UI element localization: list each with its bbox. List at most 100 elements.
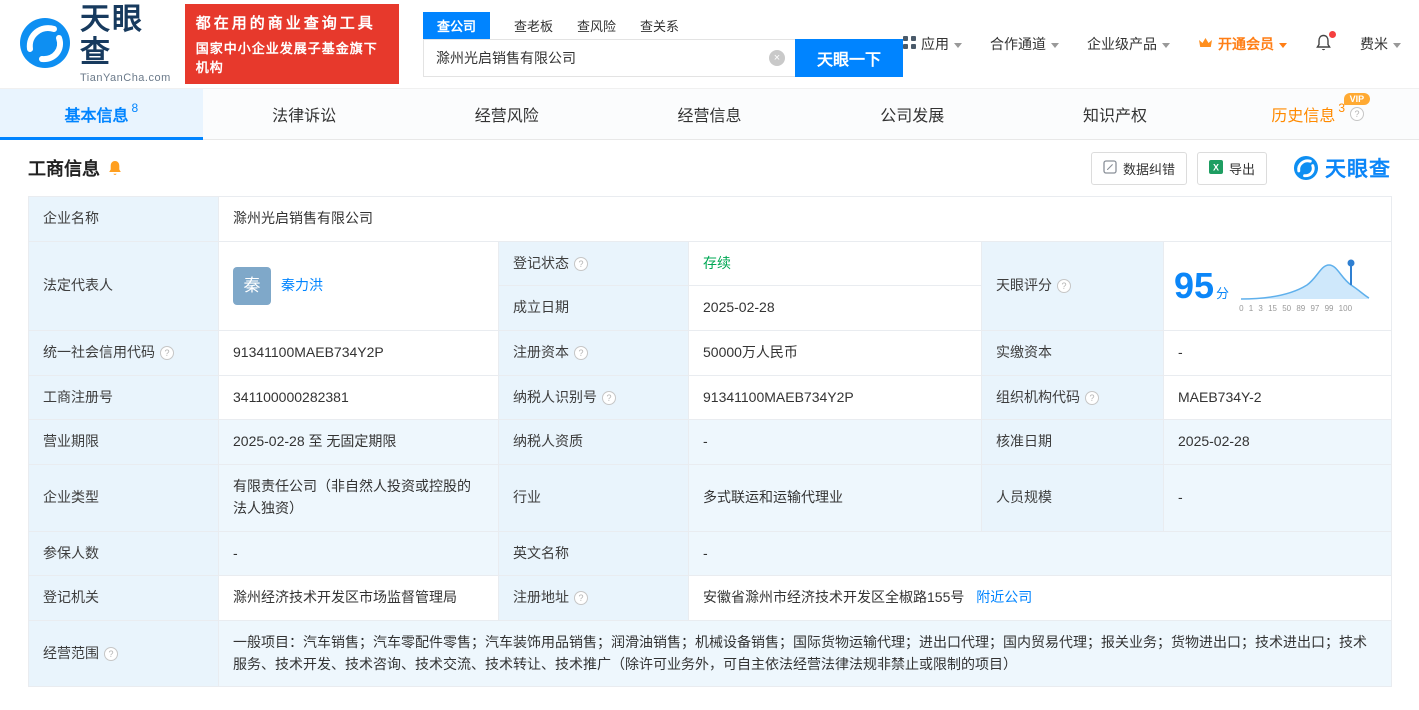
subscribe-bell-icon[interactable]: [107, 160, 123, 177]
field-label-insured-count: 参保人数: [28, 530, 219, 577]
field-label-org-code: 组织机构代码?: [981, 374, 1164, 421]
top-header: 天眼查 TianYanCha.com 都在用的商业查询工具 国家中小企业发展子基…: [0, 0, 1419, 88]
excel-export-icon: X: [1208, 159, 1223, 177]
field-value-reg-address: 安徽省滁州市经济技术开发区全椒路155号 附近公司: [687, 575, 1393, 621]
tab-operating-info[interactable]: 经营信息: [608, 89, 811, 139]
logo-subtitle: TianYanCha.com: [80, 72, 171, 85]
field-value-score: 95 分 0 1 3 15 50 89 97 99 100: [1162, 240, 1393, 332]
export-button[interactable]: X 导出: [1196, 151, 1267, 185]
field-value-reg-capital: 50000万人民币: [688, 330, 982, 376]
field-label-industry: 行业: [498, 464, 689, 532]
nav-user-label: 费米: [1360, 36, 1388, 52]
search-tab-company[interactable]: 查公司: [423, 11, 491, 39]
legal-rep-link[interactable]: 秦力洪: [281, 275, 323, 297]
section-header: 工商信息 数据纠错 X 导出 天眼查: [28, 140, 1391, 196]
section-actions: 数据纠错 X 导出 天眼查: [1090, 151, 1391, 185]
field-label-paid-capital: 实缴资本: [981, 330, 1164, 376]
field-value-english-name: -: [687, 530, 1393, 577]
search-button[interactable]: 天眼一下: [795, 38, 903, 77]
tab-history-info[interactable]: VIP 历史信息 3 ?: [1216, 89, 1419, 139]
table-row: 法定代表人 秦 秦力洪 登记状态? 存续 天眼评分? 95 分 0 1 3 15…: [28, 240, 1393, 332]
search-tab-relation[interactable]: 查关系: [640, 12, 679, 39]
table-row: 企业名称 滁州光启销售有限公司: [28, 196, 1393, 242]
score-axis-labels: 0 1 3 15 50 89 97 99 100: [1239, 303, 1353, 313]
legal-rep-avatar: 秦: [233, 266, 271, 305]
data-correction-button[interactable]: 数据纠错: [1090, 151, 1187, 185]
help-icon[interactable]: ?: [104, 646, 118, 661]
field-value-industry: 多式联运和运输代理业: [688, 464, 982, 532]
field-label-company-name: 企业名称: [28, 196, 219, 242]
field-value-taxpayer-quality: -: [688, 419, 982, 466]
field-value-company-name: 滁州光启销售有限公司: [217, 196, 1393, 242]
header-nav: 应用 合作通道 企业级产品 开通会员 费米: [903, 30, 1401, 55]
nav-open-vip[interactable]: 开通会员: [1198, 34, 1287, 54]
chevron-down-icon: [1279, 42, 1287, 48]
field-label-credit-code: 统一社会信用代码?: [28, 330, 219, 376]
search-input[interactable]: [423, 38, 795, 77]
help-icon[interactable]: ?: [574, 591, 588, 606]
nearby-companies-link[interactable]: 附近公司: [976, 589, 1032, 605]
nav-cooperation-label: 合作通道: [990, 36, 1046, 52]
clear-search-icon[interactable]: ×: [769, 49, 785, 66]
field-label-company-type: 企业类型: [28, 464, 219, 532]
field-label-approval-date: 核准日期: [981, 419, 1164, 466]
field-label-reg-status: 登记状态?: [498, 240, 689, 287]
field-label-taxpayer-quality: 纳税人资质: [498, 419, 689, 466]
nav-apps[interactable]: 应用: [903, 34, 962, 54]
chevron-down-icon: [954, 42, 962, 48]
business-info-table: 企业名称 滁州光启销售有限公司 法定代表人 秦 秦力洪 登记状态? 存续 天眼评…: [28, 196, 1393, 688]
field-label-legal-rep: 法定代表人: [28, 240, 219, 332]
field-label-reg-number: 工商注册号: [28, 374, 219, 421]
table-row: 统一社会信用代码? 91341100MAEB734Y2P 注册资本? 50000…: [28, 330, 1393, 376]
field-label-reg-capital: 注册资本?: [498, 330, 689, 376]
table-row: 经营范围? 一般项目：汽车销售；汽车零配件零售；汽车装饰用品销售；润滑油销售；机…: [28, 619, 1393, 688]
tab-company-development[interactable]: 公司发展: [811, 89, 1014, 139]
help-icon[interactable]: ?: [574, 346, 588, 361]
tab-intellectual-property[interactable]: 知识产权: [1014, 89, 1217, 139]
help-icon[interactable]: ?: [602, 390, 616, 405]
help-icon[interactable]: ?: [1057, 279, 1071, 294]
score-number: 95 分: [1174, 264, 1230, 306]
status-badge: 存续: [703, 254, 731, 271]
nav-user-account[interactable]: 费米: [1360, 34, 1401, 54]
help-icon[interactable]: ?: [1350, 107, 1365, 121]
tab-basic-info-count: 8: [131, 101, 139, 115]
tianyancha-logo: 天眼查 TianYanCha.com: [18, 3, 171, 84]
nav-cooperation[interactable]: 合作通道: [990, 34, 1059, 54]
field-label-reg-authority: 登记机关: [28, 575, 219, 621]
tab-legal-litigation[interactable]: 法律诉讼: [203, 89, 406, 139]
watermark-logo-icon: [1293, 155, 1319, 181]
field-value-staff-size: -: [1162, 464, 1393, 532]
tab-basic-info-label: 基本信息: [64, 108, 129, 125]
field-value-establish-date: 2025-02-28: [688, 285, 982, 332]
help-icon[interactable]: ?: [1085, 390, 1099, 405]
search-tab-risk[interactable]: 查风险: [577, 12, 616, 39]
help-icon[interactable]: ?: [160, 346, 174, 361]
search-tab-boss[interactable]: 查老板: [514, 12, 553, 39]
chevron-down-icon: [1051, 42, 1059, 48]
field-value-org-code: MAEB734Y-2: [1162, 374, 1393, 421]
tab-basic-info[interactable]: 基本信息 8: [0, 89, 203, 140]
field-value-approval-date: 2025-02-28: [1162, 419, 1393, 466]
table-row: 参保人数 - 英文名称 -: [28, 530, 1393, 577]
field-label-taxpayer-id: 纳税人识别号?: [498, 374, 689, 421]
banner-line1: 都在用的商业查询工具: [195, 15, 376, 32]
field-value-business-term: 2025-02-28 至 无固定期限: [218, 419, 499, 466]
field-label-establish-date: 成立日期: [498, 285, 689, 332]
help-icon[interactable]: ?: [574, 256, 588, 271]
tab-operating-risk[interactable]: 经营风险: [405, 89, 608, 139]
notification-bell[interactable]: [1315, 30, 1336, 55]
nav-enterprise-products[interactable]: 企业级产品: [1087, 34, 1170, 54]
vip-badge: VIP: [1343, 93, 1371, 105]
field-label-score: 天眼评分?: [981, 240, 1164, 332]
chevron-down-icon: [1162, 42, 1170, 48]
field-value-reg-status: 存续: [688, 240, 982, 287]
field-label-business-term: 营业期限: [28, 419, 219, 466]
field-label-reg-address: 注册地址?: [498, 575, 689, 621]
chevron-down-icon: [1393, 42, 1401, 48]
field-value-reg-authority: 滁州经济技术开发区市场监督管理局: [218, 575, 499, 621]
field-value-reg-number: 341100000282381: [218, 374, 499, 421]
correction-icon: [1103, 159, 1117, 177]
section-title: 工商信息: [28, 159, 100, 179]
field-label-business-scope: 经营范围?: [28, 619, 219, 688]
